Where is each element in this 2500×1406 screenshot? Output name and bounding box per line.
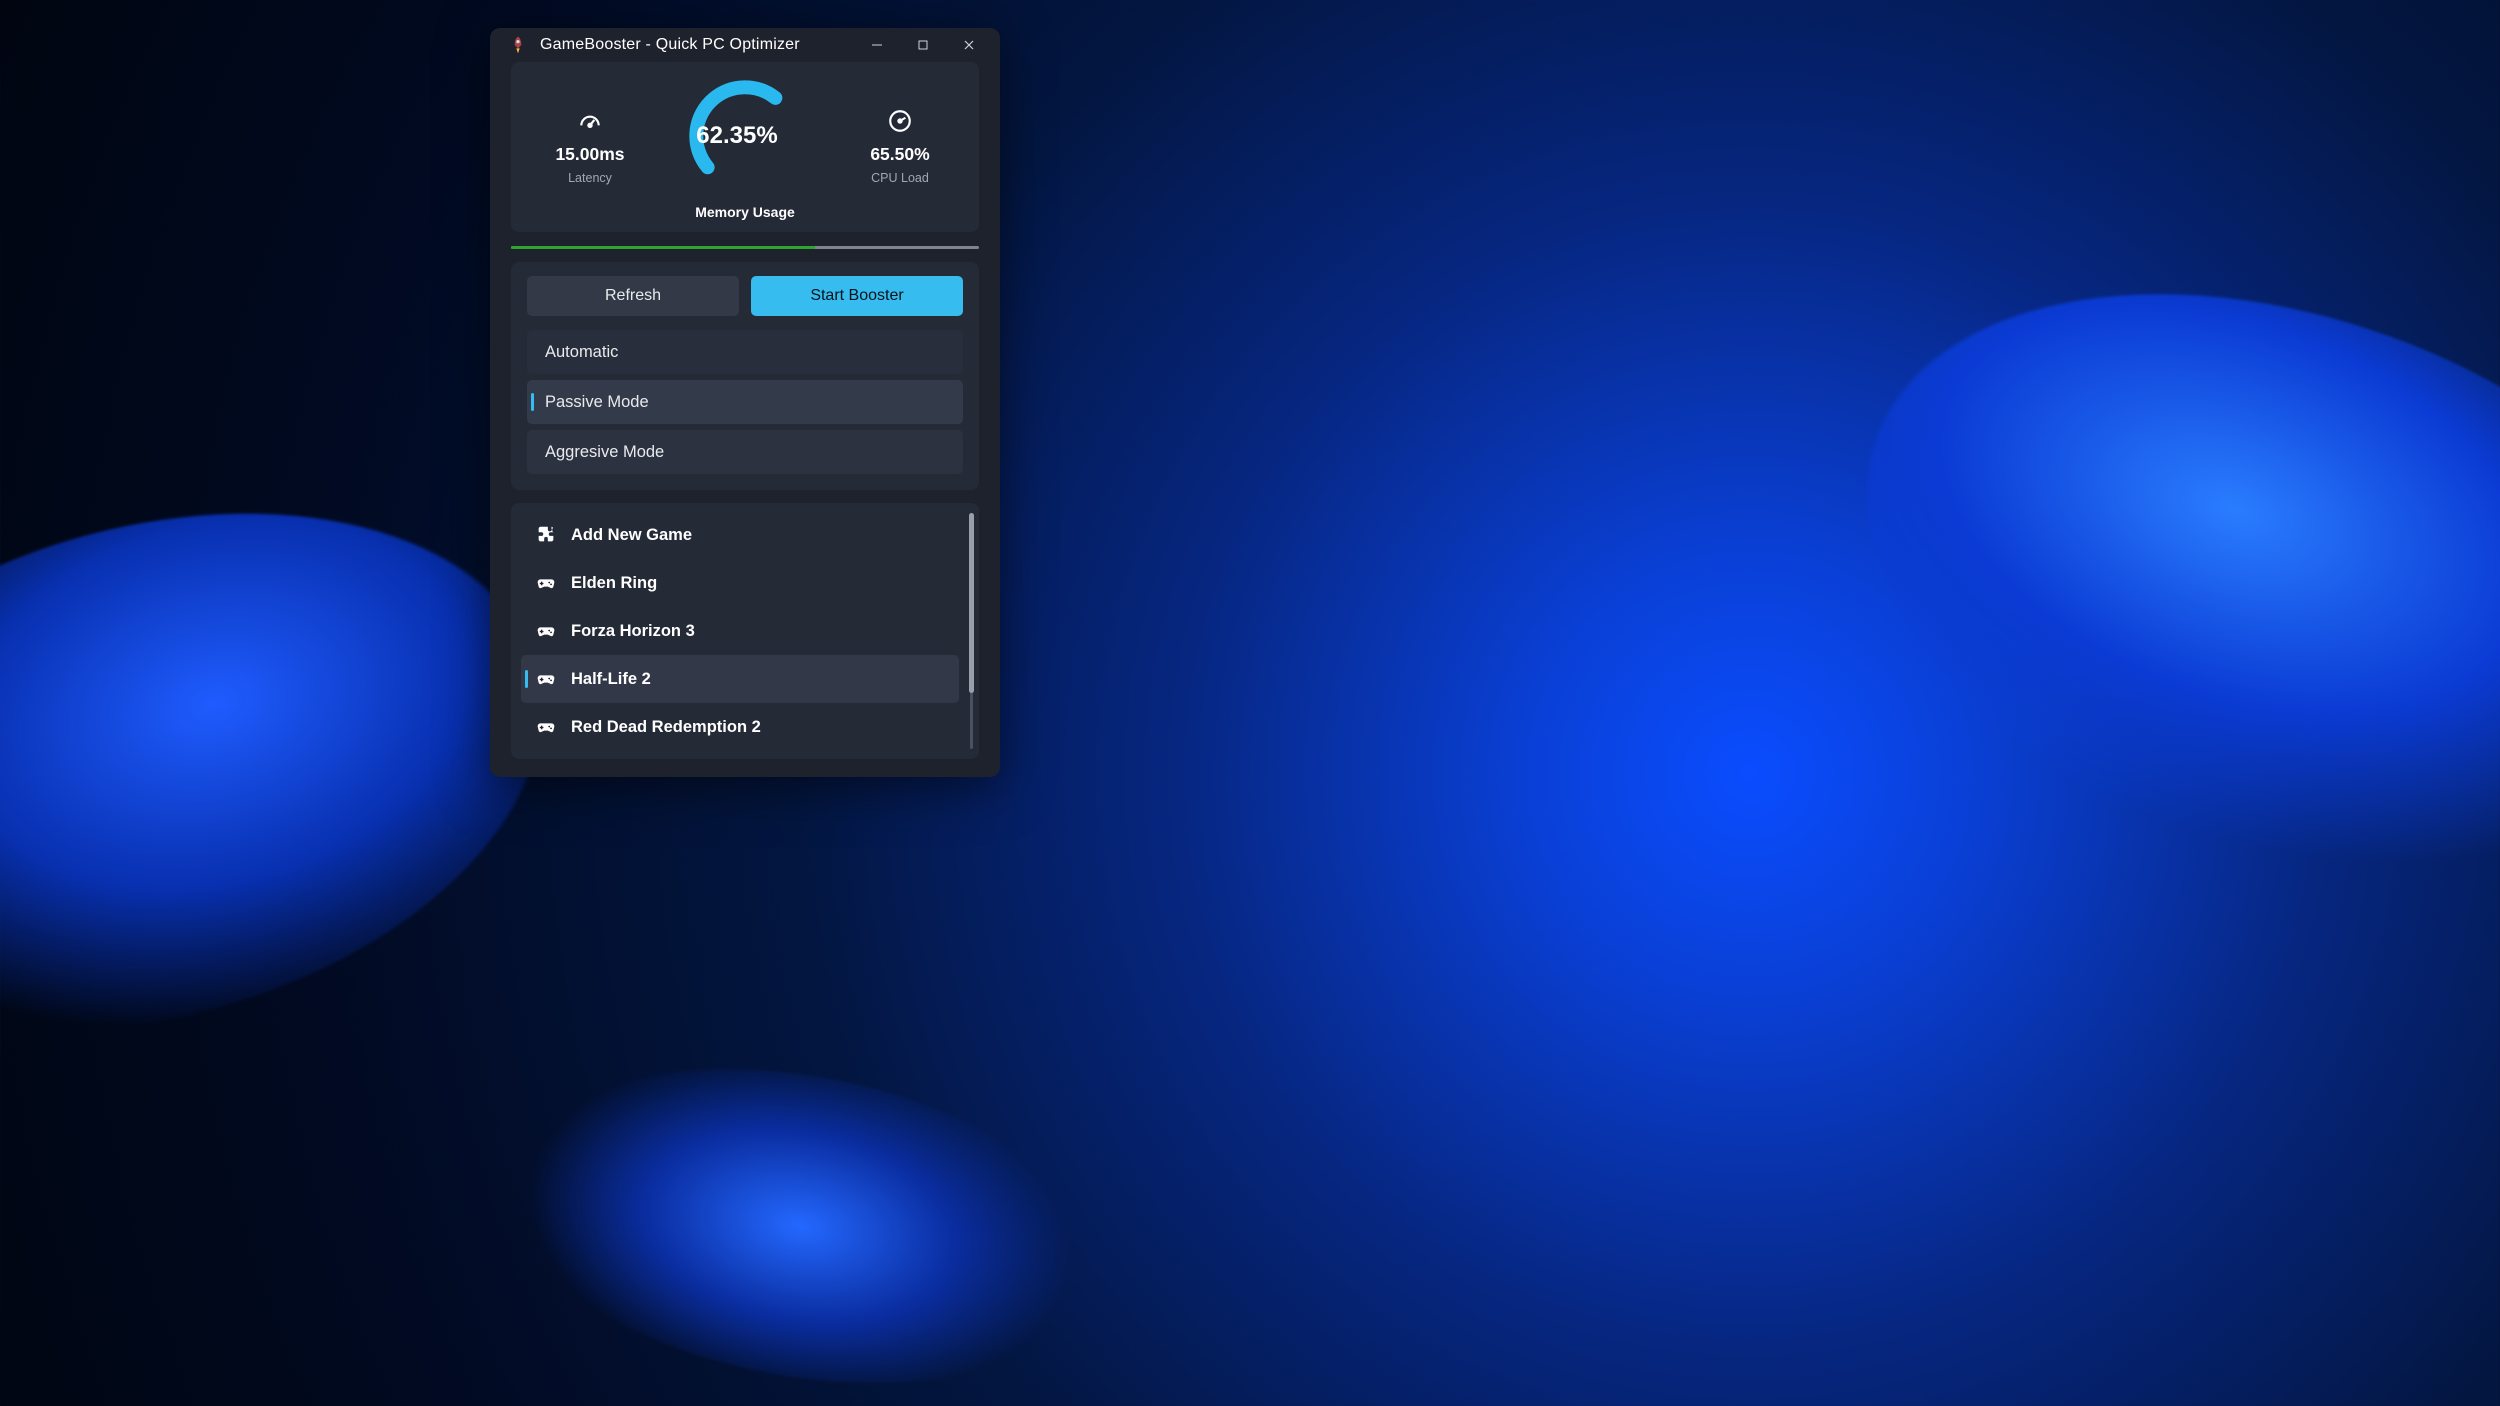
svg-text:+: + <box>551 525 556 534</box>
controller-icon <box>535 668 557 690</box>
game-label: Forza Horizon 3 <box>571 622 695 641</box>
gauge-icon <box>577 108 603 134</box>
add-new-game[interactable]: + Add New Game <box>521 511 959 559</box>
memory-value: 62.35% <box>687 78 803 194</box>
close-button[interactable] <box>946 29 992 61</box>
progress-fill <box>511 246 815 249</box>
app-window: GameBooster - Quick PC Optimizer 15.00ms… <box>490 28 1000 777</box>
memory-gauge: 62.35% <box>687 78 803 194</box>
start-booster-button[interactable]: Start Booster <box>751 276 963 316</box>
controller-icon <box>535 620 557 642</box>
mode-item[interactable]: Automatic <box>527 330 963 374</box>
mode-label: Aggresive Mode <box>545 443 664 462</box>
games-panel: + Add New Game Elden Ring Forza Horizon 3 Ha… <box>511 503 979 759</box>
scrollbar-thumb[interactable] <box>969 513 974 693</box>
cpu-label: CPU Load <box>871 171 929 185</box>
controller-icon <box>535 716 557 738</box>
refresh-button[interactable]: Refresh <box>527 276 739 316</box>
speedometer-icon <box>887 108 913 134</box>
game-item[interactable]: Half-Life 2 <box>521 655 959 703</box>
game-label: Elden Ring <box>571 574 657 593</box>
memory-stat: 62.35% Memory Usage <box>655 78 835 220</box>
game-item[interactable]: Forza Horizon 3 <box>521 607 959 655</box>
progress-bar <box>511 246 979 249</box>
latency-stat: 15.00ms Latency <box>525 78 655 185</box>
latency-value: 15.00ms <box>555 144 624 165</box>
add-game-label: Add New Game <box>571 526 692 545</box>
window-title: GameBooster - Quick PC Optimizer <box>540 36 800 54</box>
cpu-stat: 65.50% CPU Load <box>835 78 965 185</box>
app-rocket-icon <box>508 35 528 55</box>
cpu-value: 65.50% <box>870 144 929 165</box>
mode-item[interactable]: Passive Mode <box>527 380 963 424</box>
mode-list: Automatic Passive Mode Aggresive Mode <box>527 330 963 474</box>
latency-label: Latency <box>568 171 612 185</box>
stats-panel: 15.00ms Latency 62.35% Memory Usage 65.5… <box>511 62 979 232</box>
mode-label: Passive Mode <box>545 393 649 412</box>
maximize-button[interactable] <box>900 29 946 61</box>
puzzle-plus-icon: + <box>535 524 557 546</box>
minimize-button[interactable] <box>854 29 900 61</box>
game-item[interactable]: Elden Ring <box>521 559 959 607</box>
actions-panel: Refresh Start Booster Automatic Passive M… <box>511 262 979 490</box>
mode-label: Automatic <box>545 343 618 362</box>
mode-item[interactable]: Aggresive Mode <box>527 430 963 474</box>
controller-icon <box>535 572 557 594</box>
game-item[interactable]: Red Dead Redemption 2 <box>521 703 959 751</box>
titlebar[interactable]: GameBooster - Quick PC Optimizer <box>490 28 1000 62</box>
game-label: Red Dead Redemption 2 <box>571 718 761 737</box>
game-label: Half-Life 2 <box>571 670 651 689</box>
